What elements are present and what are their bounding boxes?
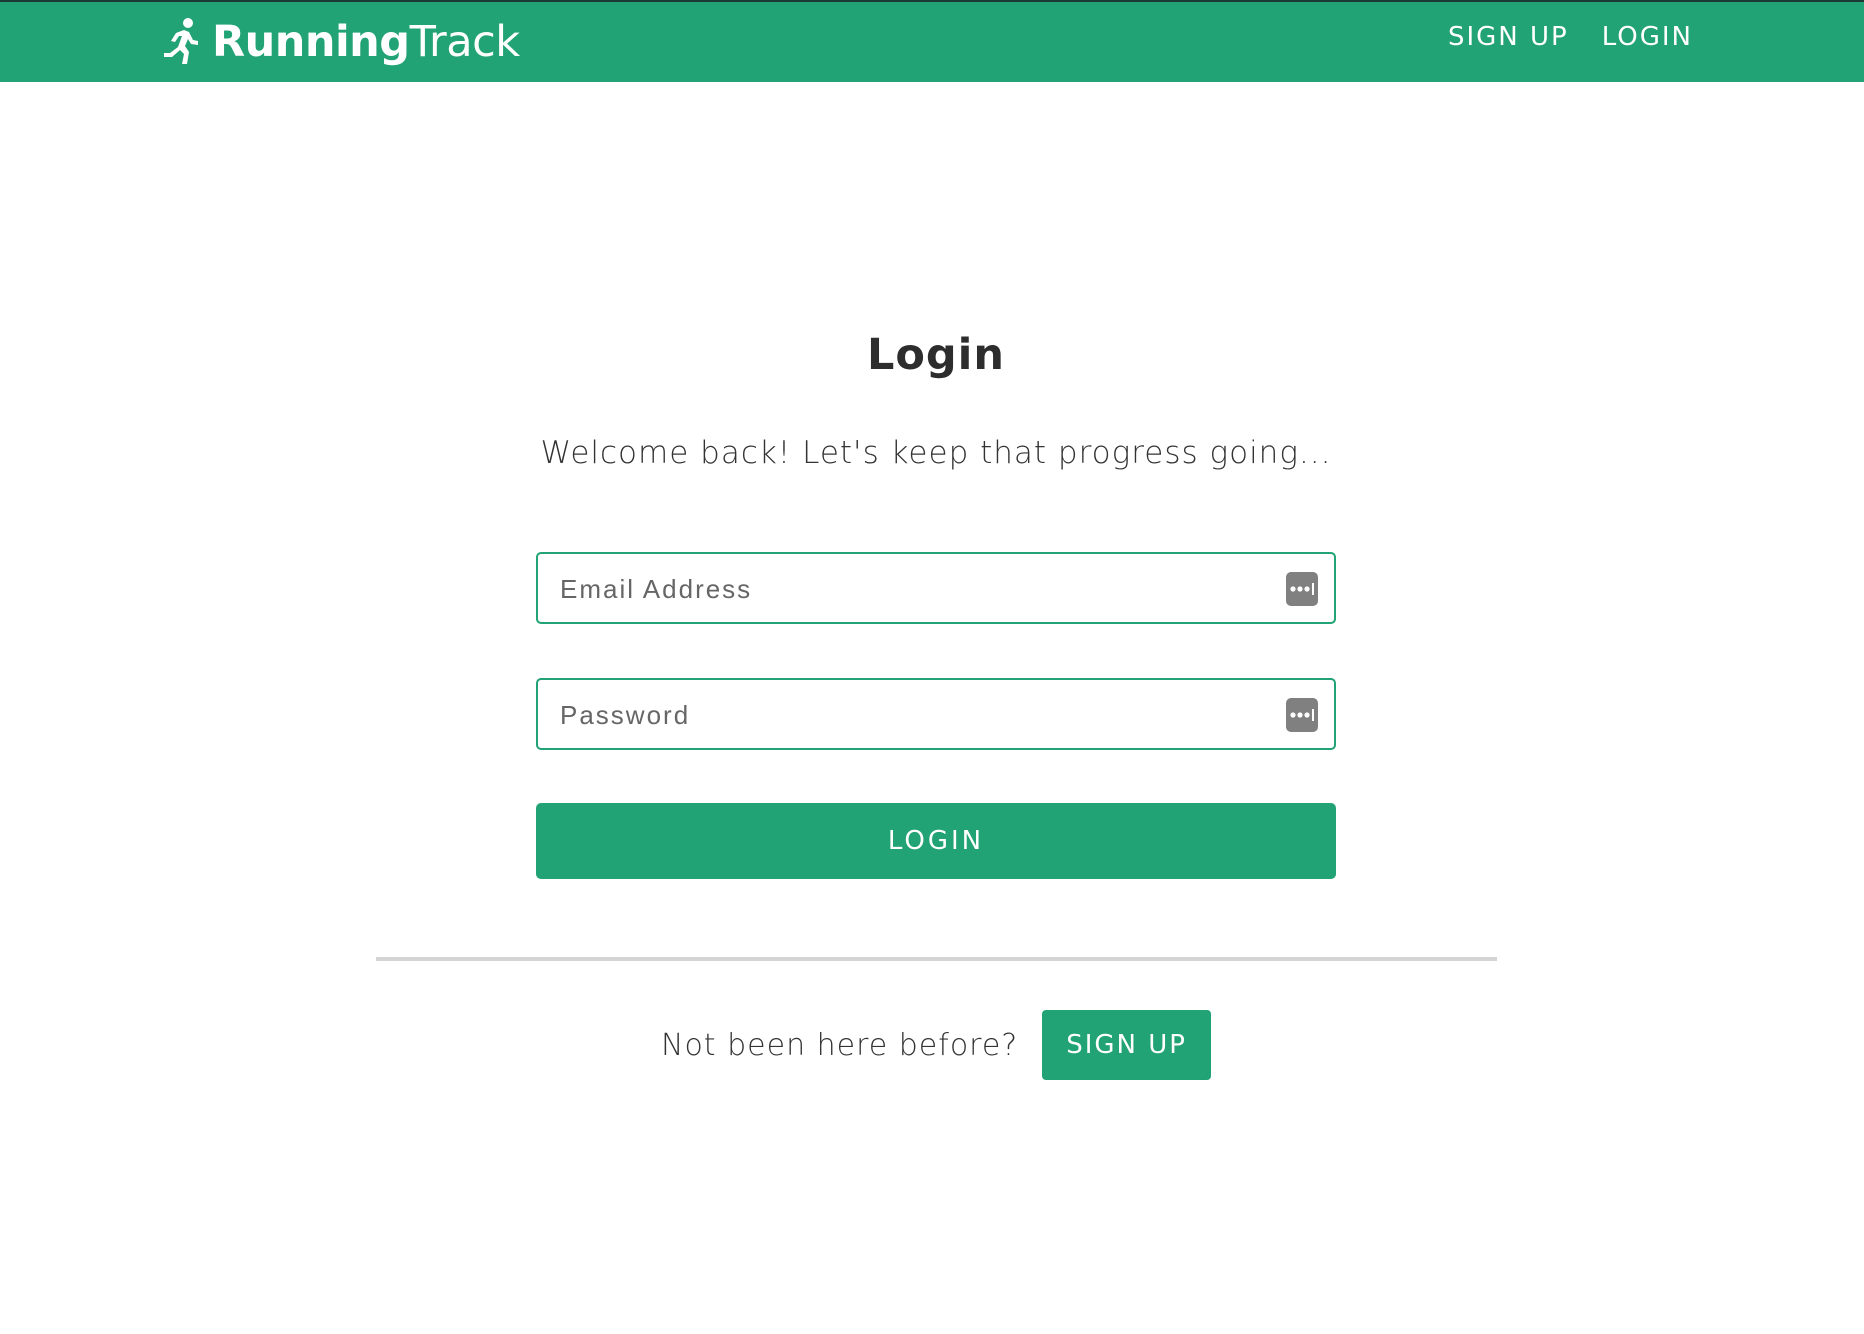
top-nav: SIGN UP LOGIN bbox=[1448, 22, 1693, 52]
nav-login-link[interactable]: LOGIN bbox=[1602, 22, 1693, 52]
dots-icon bbox=[1290, 583, 1314, 595]
page-title: Login bbox=[866, 330, 1006, 380]
password-manager-key-icon[interactable] bbox=[1286, 698, 1318, 732]
password-field-container bbox=[536, 678, 1336, 750]
email-field[interactable] bbox=[558, 554, 1262, 624]
top-navbar: RunningTrack SIGN UP LOGIN bbox=[0, 0, 1864, 82]
signup-row: Not been here before? SIGN UP bbox=[0, 1010, 1864, 1080]
brand-name-bold: Running bbox=[212, 17, 410, 67]
brand-name-light: Track bbox=[409, 17, 521, 67]
nav-signup-link[interactable]: SIGN UP bbox=[1448, 22, 1569, 52]
login-button[interactable]: LOGIN bbox=[536, 803, 1336, 879]
section-divider bbox=[376, 957, 1497, 961]
signup-prompt: Not been here before? bbox=[661, 1027, 1019, 1063]
brand-name: RunningTrack bbox=[212, 17, 520, 67]
password-field[interactable] bbox=[558, 680, 1262, 750]
brand-logo-link[interactable]: RunningTrack bbox=[160, 14, 520, 70]
running-person-icon bbox=[164, 18, 198, 64]
dots-icon bbox=[1290, 709, 1314, 721]
password-manager-key-icon[interactable] bbox=[1286, 572, 1318, 606]
signup-button[interactable]: SIGN UP bbox=[1042, 1010, 1211, 1080]
email-field-container bbox=[536, 552, 1336, 624]
page-subtitle: Welcome back! Let's keep that progress g… bbox=[540, 435, 1332, 471]
